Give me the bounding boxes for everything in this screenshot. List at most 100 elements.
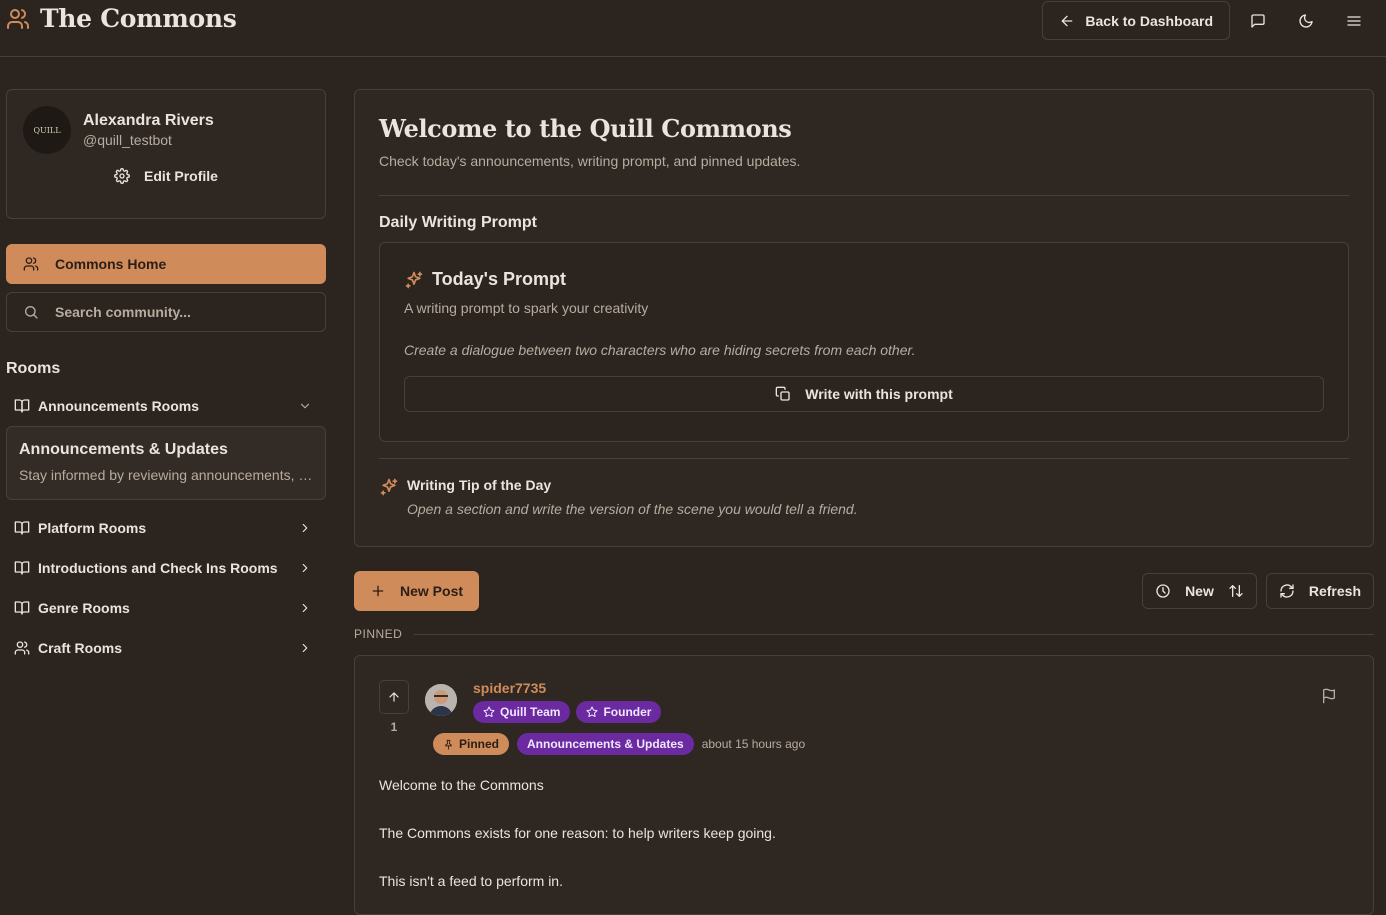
search-placeholder: Search community... — [55, 304, 191, 320]
avatar-logo: QUILL — [33, 125, 61, 135]
sidebar: QUILL Alexandra Rivers @quill_testbot Ed… — [6, 89, 326, 668]
tip-text: Open a section and write the version of … — [407, 501, 858, 517]
post-author-avatar[interactable] — [425, 684, 457, 716]
brand[interactable]: The Commons — [6, 4, 237, 33]
post-paragraph: Welcome to the Commons — [379, 777, 544, 793]
book-icon — [14, 520, 30, 536]
room-description: Stay informed by reviewing announcements… — [19, 467, 313, 483]
commons-home-label: Commons Home — [55, 256, 167, 272]
room-group-announcements[interactable]: Announcements Rooms — [6, 386, 326, 426]
rooms-heading: Rooms — [6, 360, 61, 377]
sidebar-item-commons-home[interactable]: Commons Home — [6, 244, 326, 284]
back-to-dashboard-button[interactable]: Back to Dashboard — [1042, 1, 1230, 40]
pin-icon — [443, 739, 454, 750]
edit-profile-button[interactable]: Edit Profile — [23, 168, 309, 184]
divider — [379, 195, 1349, 196]
clock-icon — [1155, 583, 1171, 599]
refresh-label: Refresh — [1308, 583, 1361, 599]
avatar: QUILL — [23, 106, 71, 154]
arrow-left-icon — [1059, 13, 1075, 29]
messages-button[interactable] — [1238, 1, 1278, 40]
room-title: Announcements & Updates — [19, 441, 228, 458]
post-paragraph: This isn't a feed to perform in. — [379, 873, 563, 889]
prompt-title: Today's Prompt — [432, 269, 566, 289]
divider — [414, 633, 1374, 635]
search-icon — [23, 304, 39, 320]
room-group-introductions[interactable]: Introductions and Check Ins Rooms — [6, 548, 326, 588]
chevron-right-icon — [298, 641, 312, 655]
room-group-craft[interactable]: Craft Rooms — [6, 628, 326, 668]
write-with-prompt-button[interactable]: Write with this prompt — [404, 376, 1324, 412]
page-subtitle: Check today's announcements, writing pro… — [379, 153, 801, 169]
room-group-label: Announcements Rooms — [38, 398, 200, 414]
menu-button[interactable] — [1334, 1, 1374, 40]
post-body: Welcome to the Commons The Commons exist… — [379, 773, 1349, 893]
daily-prompt-heading: Daily Writing Prompt — [379, 214, 537, 231]
writing-tip: Writing Tip of the Day Open a section an… — [379, 477, 1349, 517]
post-author[interactable]: spider7735 — [473, 680, 805, 696]
post-card[interactable]: 1 spider7735 Quill Team Founder Pinned A… — [354, 655, 1374, 915]
room-badge[interactable]: Announcements & Updates — [517, 733, 694, 755]
users-icon — [23, 256, 39, 272]
room-group-genre[interactable]: Genre Rooms — [6, 588, 326, 628]
room-group-label: Genre Rooms — [38, 600, 130, 616]
welcome-card: Welcome to the Quill Commons Check today… — [354, 89, 1374, 547]
page-title: Welcome to the Quill Commons — [379, 114, 792, 143]
badge-label: Founder — [603, 705, 652, 719]
badge-label: Quill Team — [500, 705, 561, 719]
pinned-badge: Pinned — [433, 733, 510, 755]
settings-icon — [114, 168, 130, 184]
tip-title: Writing Tip of the Day — [407, 477, 552, 493]
new-post-button[interactable]: New Post — [354, 571, 480, 611]
post-timestamp: about 15 hours ago — [701, 737, 806, 751]
badge-quill-team: Quill Team — [473, 701, 571, 723]
room-group-label: Craft Rooms — [38, 640, 123, 656]
pinned-label: PINNED — [354, 627, 403, 641]
search-input[interactable]: Search community... — [6, 292, 326, 332]
report-button[interactable] — [1321, 688, 1337, 704]
brand-title: The Commons — [40, 4, 237, 33]
upvote-button[interactable] — [379, 680, 409, 714]
sparkles-icon — [404, 270, 424, 290]
sort-button[interactable]: New — [1142, 573, 1257, 609]
prompt-card: Today's Prompt A writing prompt to spark… — [379, 242, 1349, 442]
message-square-icon — [1250, 13, 1266, 29]
chevron-right-icon — [298, 601, 312, 615]
new-post-label: New Post — [400, 583, 464, 599]
chevron-down-icon — [298, 399, 312, 413]
post-paragraph: The Commons exists for one reason: to he… — [379, 825, 776, 841]
chevron-right-icon — [298, 561, 312, 575]
sparkles-icon — [379, 477, 399, 517]
room-announcements-updates[interactable]: Announcements & Updates Stay informed by… — [6, 426, 326, 500]
divider — [379, 458, 1349, 459]
sort-label: New — [1185, 583, 1214, 599]
post-toolbar: New Post New Refresh — [354, 571, 1374, 611]
refresh-icon — [1279, 583, 1295, 599]
badge-founder: Founder — [576, 701, 662, 723]
profile-name: Alexandra Rivers — [83, 112, 214, 129]
refresh-button[interactable]: Refresh — [1265, 573, 1374, 609]
users-icon — [6, 7, 30, 31]
write-with-prompt-label: Write with this prompt — [805, 386, 953, 402]
star-icon — [483, 706, 495, 718]
book-icon — [14, 398, 30, 414]
profile-handle: @quill_testbot — [83, 132, 172, 148]
theme-toggle-button[interactable] — [1286, 1, 1326, 40]
users-icon — [14, 640, 30, 656]
copy-icon — [775, 386, 791, 402]
book-icon — [14, 600, 30, 616]
pinned-section-header: PINNED — [354, 627, 1374, 641]
plus-icon — [370, 583, 386, 599]
book-icon — [14, 560, 30, 576]
edit-profile-label: Edit Profile — [144, 168, 218, 184]
arrow-up-icon — [387, 690, 401, 704]
chevron-right-icon — [298, 521, 312, 535]
prompt-description: A writing prompt to spark your creativit… — [404, 300, 649, 316]
menu-icon — [1346, 13, 1362, 29]
vote-count: 1 — [390, 720, 398, 734]
room-badge-label: Announcements & Updates — [527, 737, 684, 751]
arrow-up-down-icon — [1228, 583, 1244, 599]
room-group-platform[interactable]: Platform Rooms — [6, 508, 326, 548]
top-bar: The Commons Back to Dashboard — [0, 0, 1386, 57]
back-label: Back to Dashboard — [1085, 12, 1213, 29]
